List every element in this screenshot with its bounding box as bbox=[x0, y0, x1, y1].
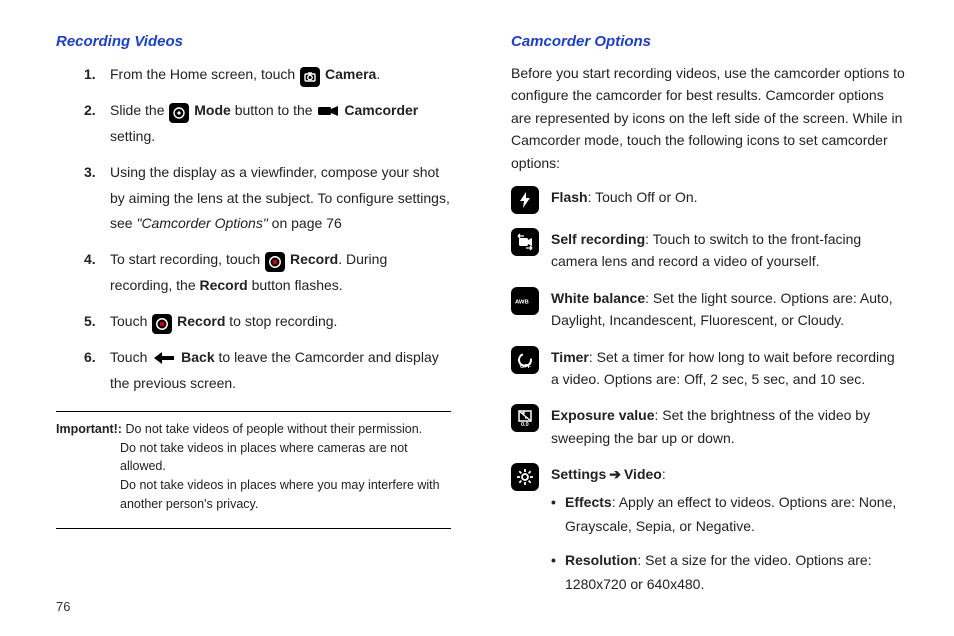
step-1-camera-label: Camera bbox=[321, 66, 376, 82]
step-6: Touch Back to leave the Camcorder and di… bbox=[110, 345, 451, 397]
option-flash-title: Flash bbox=[551, 189, 588, 205]
option-exposure-title: Exposure value bbox=[551, 407, 655, 423]
option-timer: OFF Timer: Set a timer for how long to w… bbox=[511, 346, 906, 391]
option-settings-label: Settings bbox=[551, 466, 606, 482]
steps-list: From the Home screen, touch Camera. Slid… bbox=[56, 62, 451, 397]
step-2-pre: Slide the bbox=[110, 102, 168, 118]
important-note: Important!: Do not take videos of people… bbox=[56, 420, 451, 514]
record-icon bbox=[152, 314, 172, 334]
important-line-2: Do not take videos in places where camer… bbox=[120, 439, 447, 477]
step-5: Touch Record to stop recording. bbox=[110, 309, 451, 335]
left-column: Recording Videos From the Home screen, t… bbox=[56, 30, 457, 612]
step-2-post: setting. bbox=[110, 128, 155, 144]
option-timer-body: : Set a timer for how long to wait befor… bbox=[551, 349, 895, 387]
option-white-balance-title: White balance bbox=[551, 290, 645, 306]
option-settings-video: Settings➔Video: Effects: Apply an effect… bbox=[511, 463, 906, 607]
option-settings-colon: : bbox=[662, 466, 666, 482]
step-1: From the Home screen, touch Camera. bbox=[110, 62, 451, 88]
camcorder-options-intro: Before you start recording videos, use t… bbox=[511, 62, 906, 174]
step-2-mid: button to the bbox=[231, 102, 317, 118]
options-list: Flash: Touch Off or On. Self recording: … bbox=[511, 186, 906, 607]
option-exposure: 0.0 Exposure value: Set the brightness o… bbox=[511, 404, 906, 449]
page-number: 76 bbox=[56, 599, 70, 614]
step-1-pre: From the Home screen, touch bbox=[110, 66, 299, 82]
settings-sublist: Effects: Apply an effect to videos. Opti… bbox=[551, 491, 906, 596]
self-recording-icon bbox=[511, 228, 539, 256]
option-timer-title: Timer bbox=[551, 349, 589, 365]
important-line-3: Do not take videos in places where you m… bbox=[120, 476, 447, 514]
option-self-recording: Self recording: Touch to switch to the f… bbox=[511, 228, 906, 273]
heading-recording-videos: Recording Videos bbox=[56, 30, 451, 54]
divider bbox=[56, 528, 451, 529]
divider bbox=[56, 411, 451, 412]
option-white-balance: AWB White balance: Set the light source.… bbox=[511, 287, 906, 332]
step-3-ref: "Camcorder Options" bbox=[136, 215, 267, 231]
mode-icon bbox=[169, 103, 189, 123]
step-6-pre: Touch bbox=[110, 349, 151, 365]
step-1-post: . bbox=[376, 66, 380, 82]
arrow-icon: ➔ bbox=[609, 466, 621, 482]
sub-resolution: Resolution: Set a size for the video. Op… bbox=[565, 549, 906, 597]
sub-effects-title: Effects bbox=[565, 494, 612, 510]
option-flash-body: : Touch Off or On. bbox=[588, 189, 698, 205]
sub-effects: Effects: Apply an effect to videos. Opti… bbox=[565, 491, 906, 539]
step-2: Slide the Mode button to the Camcorder s… bbox=[110, 98, 451, 150]
heading-camcorder-options: Camcorder Options bbox=[511, 30, 906, 54]
step-2-camcorder-label: Camcorder bbox=[340, 102, 418, 118]
step-5-record-label: Record bbox=[173, 313, 225, 329]
step-4-record-label: Record bbox=[286, 251, 338, 267]
step-5-pre: Touch bbox=[110, 313, 151, 329]
option-self-recording-title: Self recording bbox=[551, 231, 645, 247]
step-2-mode-label: Mode bbox=[190, 102, 230, 118]
back-arrow-icon bbox=[152, 350, 176, 366]
flash-icon bbox=[511, 186, 539, 214]
step-4-record-label-2: Record bbox=[200, 277, 248, 293]
svg-text:0.0: 0.0 bbox=[521, 422, 529, 427]
sub-resolution-title: Resolution bbox=[565, 552, 637, 568]
manual-page: Recording Videos From the Home screen, t… bbox=[0, 0, 954, 636]
step-5-post: to stop recording. bbox=[225, 313, 337, 329]
white-balance-icon: AWB bbox=[511, 287, 539, 315]
exposure-icon: 0.0 bbox=[511, 404, 539, 432]
timer-icon: OFF bbox=[511, 346, 539, 374]
step-3: Using the display as a viewfinder, compo… bbox=[110, 160, 451, 238]
svg-text:AWB: AWB bbox=[515, 299, 529, 305]
sub-effects-body: : Apply an effect to videos. Options are… bbox=[565, 494, 896, 534]
important-line-1: Do not take videos of people without the… bbox=[122, 422, 422, 436]
settings-gear-icon bbox=[511, 463, 539, 491]
step-4: To start recording, touch Record. During… bbox=[110, 247, 451, 299]
camera-icon bbox=[300, 67, 320, 87]
step-4-pre: To start recording, touch bbox=[110, 251, 264, 267]
camcorder-icon bbox=[317, 104, 339, 118]
right-column: Camcorder Options Before you start recor… bbox=[505, 30, 906, 612]
step-6-back-label: Back bbox=[177, 349, 214, 365]
step-4-post: button flashes. bbox=[248, 277, 343, 293]
important-label: Important!: bbox=[56, 422, 122, 436]
record-icon bbox=[265, 252, 285, 272]
option-flash: Flash: Touch Off or On. bbox=[511, 186, 906, 214]
svg-text:OFF: OFF bbox=[520, 364, 532, 369]
option-settings-video-label: Video bbox=[624, 466, 662, 482]
step-3-line2: on page 76 bbox=[268, 215, 342, 231]
